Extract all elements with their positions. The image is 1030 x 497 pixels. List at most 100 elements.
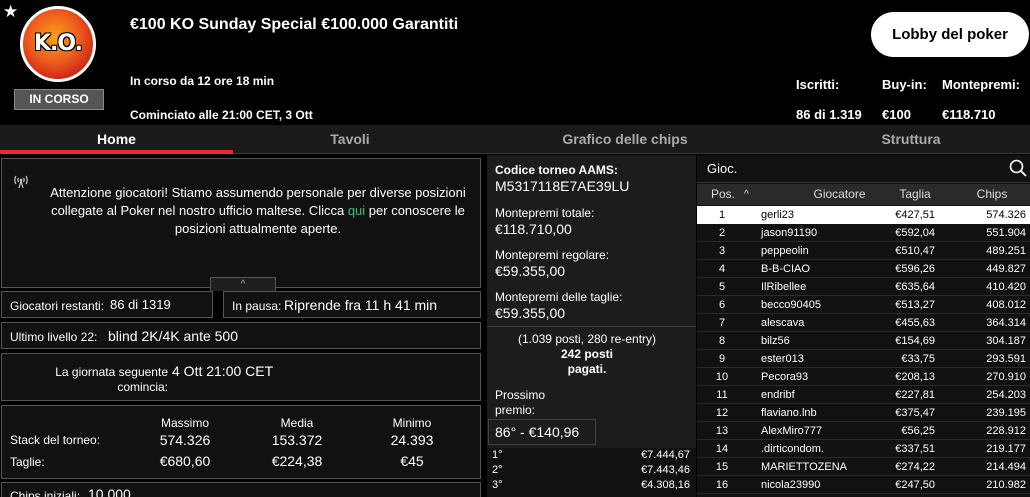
- row-player: MARIETTOZENA: [761, 461, 847, 473]
- sort-ascending-icon[interactable]: ^: [744, 184, 749, 205]
- row-position: 14: [715, 443, 729, 455]
- row-bounty: €455,63: [895, 317, 935, 329]
- players-remaining-value: 86 di 1319: [110, 297, 171, 312]
- stack-label: Stack del torneo:: [10, 433, 101, 447]
- row-bounty: €274,22: [895, 461, 935, 473]
- level-value: blind 2K/4K ante 500: [108, 328, 238, 344]
- players-table-panel: Gioc. Pos. ^ Giocatore Taglia Chips 1 ger…: [697, 155, 1030, 497]
- row-chips: 214.494: [986, 461, 1026, 473]
- bounty-prize-label: Montepremi delle taglie:: [495, 290, 623, 304]
- col-position[interactable]: Pos.: [711, 184, 735, 205]
- table-row[interactable]: 3 peppeolin €510,47 489.251: [697, 242, 1030, 260]
- row-position: 5: [718, 281, 726, 293]
- row-position: 8: [718, 335, 726, 347]
- regular-prize-value: €59.355,00: [495, 263, 566, 279]
- row-position: 9: [718, 353, 726, 365]
- row-position: 1: [718, 209, 726, 221]
- prize-position: 2°: [492, 464, 503, 476]
- row-player: Pecora93: [761, 371, 809, 383]
- tab-chip-graph[interactable]: Grafico delle chips: [520, 125, 730, 154]
- ko-logo-circle: K.O.: [20, 6, 96, 82]
- player-search-input[interactable]: Gioc.: [707, 161, 737, 176]
- col-chips[interactable]: Chips: [957, 184, 1027, 205]
- total-prize-value: €118.710,00: [495, 221, 572, 237]
- paid-word: pagati.: [567, 362, 607, 376]
- row-position: 2: [718, 227, 726, 239]
- table-row[interactable]: 14 .dirticondom. €337,51 219.177: [697, 440, 1030, 458]
- buyin-value: €100: [882, 107, 911, 122]
- bounty-prize-value: €59.355,00: [495, 305, 566, 321]
- active-tab-indicator: [0, 150, 233, 154]
- row-bounty: €154,69: [895, 335, 935, 347]
- tournament-lobby: ★ K.O. IN CORSO €100 KO Sunday Special €…: [0, 0, 1030, 497]
- divider: [487, 326, 696, 327]
- row-position: 12: [715, 407, 729, 419]
- search-icon[interactable]: [1009, 159, 1027, 182]
- prize-row: 2° €7.443,46: [487, 463, 696, 478]
- row-player: flaviano.lnb: [761, 407, 817, 419]
- stack-header-avg: Media: [280, 416, 314, 430]
- table-row[interactable]: 1 gerli23 €427,51 574.326: [697, 206, 1030, 224]
- table-row[interactable]: 11 endribf €227,81 254.203: [697, 386, 1030, 404]
- start-time: Cominciato alle 21:00 CET, 3 Ott: [130, 108, 313, 122]
- table-row[interactable]: 10 Pecora93 €208,13 270.910: [697, 368, 1030, 386]
- entrants-value: 86 di 1.319: [796, 107, 862, 122]
- row-position: 7: [718, 317, 726, 329]
- table-row[interactable]: 7 alescava €455,63 364.314: [697, 314, 1030, 332]
- table-row[interactable]: 6 becco90405 €513,27 408.012: [697, 296, 1030, 314]
- prize-amount: €7.444,67: [641, 449, 690, 461]
- tab-structure[interactable]: Struttura: [800, 125, 1022, 154]
- row-player: ester013: [761, 353, 804, 365]
- table-header: Pos. ^ Giocatore Taglia Chips: [697, 184, 1030, 205]
- row-chips: 270.910: [986, 371, 1026, 383]
- collapse-caret-icon[interactable]: ^: [210, 277, 276, 291]
- stack-header-min: Minimo: [392, 416, 432, 430]
- prize-row: 3° €4.308,16: [487, 478, 696, 493]
- table-row[interactable]: 16 nicola23990 €247,50 210.982: [697, 476, 1030, 494]
- stack-min: 24.393: [390, 432, 434, 448]
- level-box: Ultimo livello 22: blind 2K/4K ante 500: [1, 322, 481, 349]
- stack-max: 574.326: [159, 432, 211, 448]
- col-bounty[interactable]: Taglia: [875, 184, 955, 205]
- bounty-avg: €224,38: [271, 453, 323, 469]
- row-chips: 449.827: [986, 263, 1026, 275]
- aams-code-label: Codice torneo AAMS:: [495, 163, 618, 177]
- row-position: 15: [715, 461, 729, 473]
- next-prize-value: 86° - €140,96: [495, 424, 580, 440]
- row-position: 11: [716, 389, 728, 401]
- table-row[interactable]: 8 bilz56 €154,69 304.187: [697, 332, 1030, 350]
- row-player: IlRibellee: [761, 281, 807, 293]
- table-row[interactable]: 9 ester013 €33,75 293.591: [697, 350, 1030, 368]
- table-row[interactable]: 13 AlexMiro777 €56,25 228.912: [697, 422, 1030, 440]
- table-row[interactable]: 4 B-B-CIAO €596,26 449.827: [697, 260, 1030, 278]
- tab-tables[interactable]: Tavoli: [233, 125, 467, 154]
- row-bounty: €510,47: [895, 245, 935, 257]
- stack-box: Massimo Media Minimo Stack del torneo: 5…: [1, 405, 481, 479]
- row-bounty: €56,25: [901, 425, 935, 437]
- ko-logo: K.O. IN CORSO: [14, 6, 104, 110]
- starting-chips-label: Chips iniziali:: [10, 489, 81, 497]
- pause-value: Riprende fra 11 h 41 min: [284, 297, 438, 313]
- table-row[interactable]: 5 IlRibellee €635,64 410.420: [697, 278, 1030, 296]
- row-chips: 239.195: [986, 407, 1026, 419]
- lobby-button[interactable]: Lobby del poker: [871, 12, 1029, 57]
- row-chips: 408.012: [986, 299, 1026, 311]
- next-day-box: La giornata seguente comincia: 4 Ott 21:…: [1, 353, 481, 401]
- row-bounty: €592,04: [895, 227, 935, 239]
- starting-chips-value: 10.000: [88, 486, 131, 497]
- entrants-label: Iscritti:: [796, 77, 840, 92]
- table-row[interactable]: 12 flaviano.lnb €375,47 239.195: [697, 404, 1030, 422]
- row-chips: 228.912: [986, 425, 1026, 437]
- prize-value: €118.710: [942, 107, 996, 122]
- table-row[interactable]: 15 MARIETTOZENA €274,22 214.494: [697, 458, 1030, 476]
- notice-link[interactable]: qui: [348, 203, 365, 218]
- ko-logo-text: K.O.: [34, 31, 83, 56]
- prize-amount: €7.443,46: [641, 464, 690, 476]
- row-player: AlexMiro777: [761, 425, 823, 437]
- row-player: endribf: [761, 389, 795, 401]
- row-bounty: €513,27: [895, 299, 935, 311]
- table-row[interactable]: 2 jason91190 €592,04 551.904: [697, 224, 1030, 242]
- row-bounty: €375,47: [895, 407, 935, 419]
- player-search-bar: Gioc.: [697, 155, 1030, 183]
- row-player: alescava: [761, 317, 805, 329]
